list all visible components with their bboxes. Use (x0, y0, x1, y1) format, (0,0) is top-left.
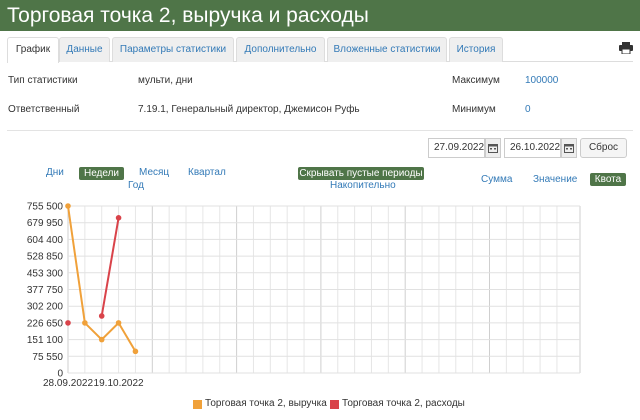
series-line-expenses (100, 217, 120, 317)
data-point (98, 313, 105, 319)
mode-value-link[interactable]: Значение (533, 174, 577, 185)
period-quarter-link[interactable]: Квартал (188, 167, 226, 178)
data-point (65, 203, 71, 209)
reset-button[interactable]: Сброс (580, 138, 627, 158)
date-from-input[interactable]: 27.09.2022 (428, 138, 485, 158)
calendar-icon[interactable] (485, 138, 501, 158)
period-weeks-button[interactable]: Недели (79, 167, 124, 180)
y-tick-label: 151 100 (27, 335, 64, 346)
statistics-line-chart: 755 500 679 950 604 400 528 850 453 300 377 7… (27, 202, 581, 389)
window-title: Торговая точка 2, выручка и расходы (0, 0, 640, 31)
period-year-link[interactable]: Год (128, 180, 144, 191)
date-to-input[interactable]: 26.10.2022 (504, 138, 561, 158)
data-point (115, 215, 122, 221)
statistic-window: Торговая точка 2, выручка и расходы Граф… (0, 0, 640, 420)
legend-label: Торговая точка 2, расходы (342, 398, 465, 409)
data-point (132, 348, 139, 355)
y-tick-label: 755 500 (27, 202, 64, 213)
chart-grid (67, 205, 581, 374)
tab-history[interactable]: История (449, 37, 503, 62)
x-axis: 28.09.2022 19.10.2022 (43, 378, 144, 389)
printer-icon[interactable] (619, 42, 633, 54)
y-tick-label: 377 750 (27, 285, 64, 296)
x-tick-label: 28.09.2022 (43, 378, 93, 389)
responsible-label: Ответственный (8, 104, 80, 115)
responsible-value: 7.19.1, Генеральный директор, Джемисон Р… (138, 104, 360, 115)
mode-sum-link[interactable]: Сумма (481, 174, 512, 185)
legend-swatch (193, 400, 202, 409)
cumulative-link[interactable]: Накопительно (330, 180, 396, 191)
x-tick-label: 19.10.2022 (94, 378, 144, 389)
hide-empty-periods-toggle[interactable]: Скрывать пустые периоды (298, 167, 424, 180)
y-tick-label: 604 400 (27, 235, 64, 246)
data-point (65, 320, 71, 326)
period-month-link[interactable]: Месяц (139, 167, 169, 178)
divider (7, 130, 633, 131)
y-tick-label: 75 550 (32, 352, 63, 363)
y-tick-label: 302 200 (27, 302, 64, 313)
minimum-value[interactable]: 0 (525, 104, 531, 115)
mode-quota-button[interactable]: Квота (590, 173, 626, 186)
tab-statistic-params[interactable]: Параметры статистики (112, 37, 234, 62)
statistic-type-value: мульти, дни (138, 75, 193, 86)
data-point (82, 320, 88, 326)
calendar-icon[interactable] (561, 138, 577, 158)
data-point (115, 320, 122, 326)
y-tick-label: 679 950 (27, 218, 64, 229)
legend-label: Торговая точка 2, выручка (205, 398, 327, 409)
tab-chart[interactable]: График (7, 37, 59, 63)
tab-additional[interactable]: Дополнительно (236, 37, 325, 62)
period-days-link[interactable]: Дни (46, 167, 64, 178)
statistic-type-label: Тип статистики (8, 75, 78, 86)
y-tick-label: 453 300 (27, 268, 64, 279)
minimum-label: Минимум (452, 104, 496, 115)
maximum-label: Максимум (452, 75, 500, 86)
maximum-value[interactable]: 100000 (525, 75, 558, 86)
tab-bar: График Данные Параметры статистики Допол… (7, 37, 633, 63)
tab-nested-statistics[interactable]: Вложенные статистики (327, 37, 447, 62)
data-point (98, 336, 105, 343)
legend-swatch (330, 400, 339, 409)
tab-data[interactable]: Данные (59, 37, 110, 62)
y-tick-label: 528 850 (27, 252, 64, 263)
y-tick-label: 226 650 (27, 318, 64, 329)
y-axis: 755 500 679 950 604 400 528 850 453 300 377 7… (27, 202, 64, 380)
